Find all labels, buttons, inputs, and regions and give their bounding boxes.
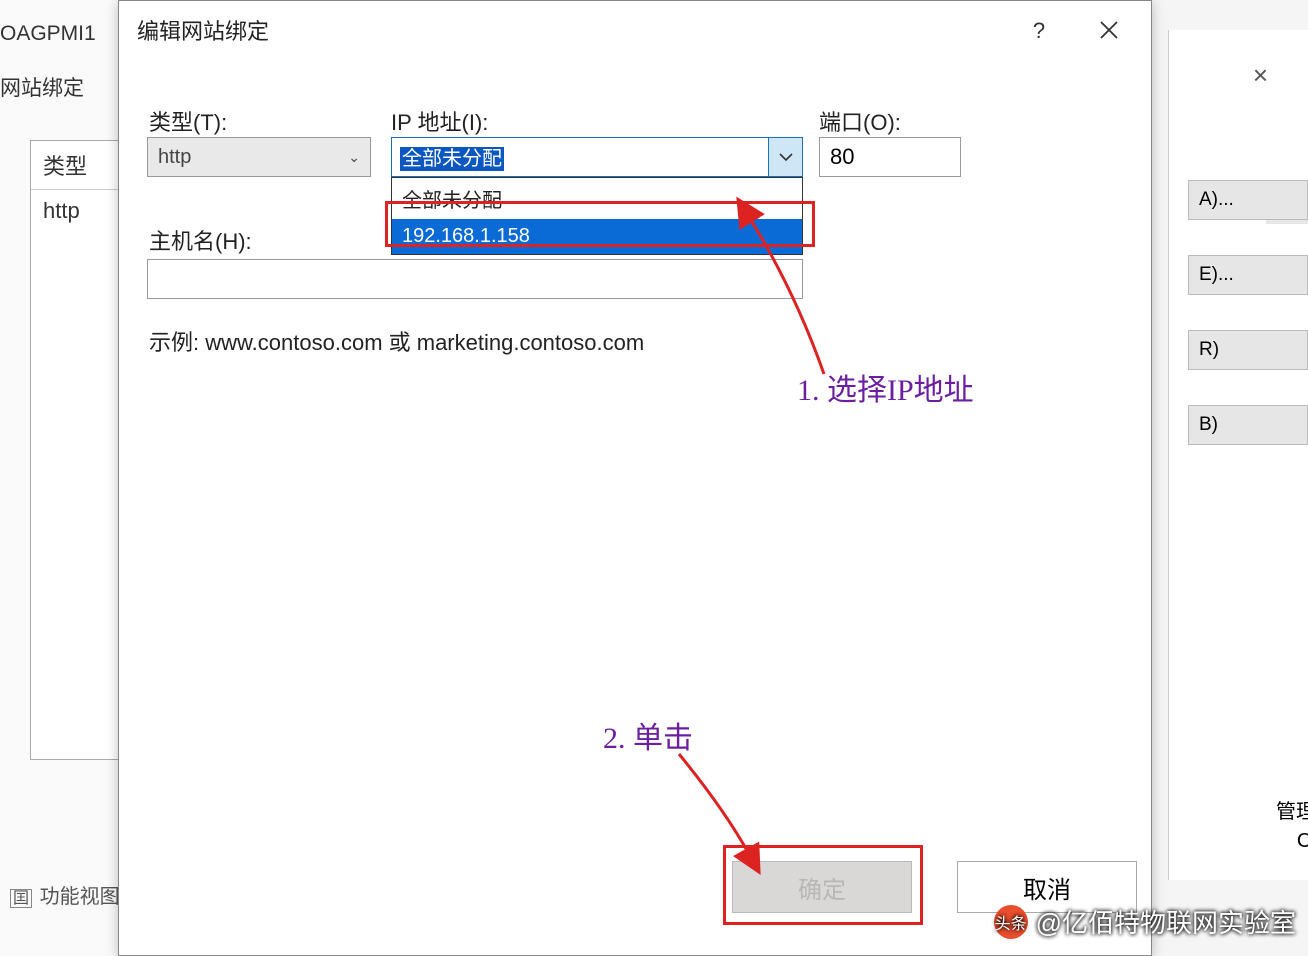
bg-tab-label: 网站绑定: [0, 72, 84, 102]
ip-dropdown-button[interactable]: [768, 138, 802, 176]
ip-dropdown-list: 全部未分配 192.168.1.158: [391, 177, 803, 255]
label-ip: IP 地址(I):: [391, 105, 488, 137]
dialog-content: 类型(T): IP 地址(I): 端口(O): 主机名(H): http ⌄ 全…: [119, 59, 1151, 105]
bg-btn-add[interactable]: A)...: [1188, 180, 1308, 220]
annotation-step1: 1. 选择IP地址: [797, 365, 974, 409]
type-select-value: http: [158, 146, 191, 169]
bg-bottom-view-label: 功能视图: [40, 886, 120, 908]
bg-server-label: OAGPMI1: [0, 22, 96, 46]
bg-c-label: C): [1297, 830, 1308, 853]
watermark: 头条 @亿佰特物联网实验室: [994, 903, 1296, 940]
bg-table-row-http: http: [31, 190, 119, 232]
ok-button[interactable]: 确定: [732, 861, 912, 913]
bg-btn-browse[interactable]: B): [1188, 405, 1308, 445]
bg-bottom-view: 囯 功能视图: [10, 880, 120, 909]
close-icon: [1099, 20, 1119, 40]
ok-button-label: 确定: [798, 870, 846, 905]
label-type: 类型(T):: [149, 105, 227, 137]
watermark-logo-icon: 头条: [994, 905, 1028, 939]
ip-option-address[interactable]: 192.168.1.158: [392, 219, 802, 254]
view-icon: 囯: [10, 889, 32, 908]
dialog-title: 编辑网站绑定: [137, 14, 269, 46]
chevron-down-icon: [779, 152, 793, 162]
ip-option-unassigned[interactable]: 全部未分配: [392, 178, 802, 219]
port-input[interactable]: [819, 137, 961, 177]
ip-selected-text: 全部未分配: [400, 147, 504, 171]
chevron-down-icon: ⌄: [348, 149, 360, 166]
hostname-input[interactable]: [147, 259, 803, 299]
type-select[interactable]: http ⌄: [147, 137, 371, 177]
bg-close-icon[interactable]: ×: [1253, 60, 1268, 91]
ip-address-combobox[interactable]: 全部未分配: [391, 137, 803, 177]
bg-mgr-label: 管理: [1276, 795, 1308, 824]
ip-address-value: 全部未分配: [392, 138, 768, 176]
background-left-panel: OAGPMI1 网站绑定 类型 http: [0, 0, 120, 956]
bg-btn-remove[interactable]: R): [1188, 330, 1308, 370]
background-right-panel: × 操作 A)... E)... R) B) 管理 C): [1168, 30, 1308, 880]
bg-table-header-type: 类型: [31, 141, 119, 190]
dialog-titlebar: 编辑网站绑定 ?: [119, 1, 1151, 59]
close-button[interactable]: [1085, 11, 1133, 49]
help-button[interactable]: ?: [1019, 13, 1059, 49]
label-port: 端口(O):: [819, 105, 901, 137]
cancel-button-label: 取消: [1023, 870, 1071, 905]
edit-binding-dialog: 编辑网站绑定 ? 类型(T): IP 地址(I): 端口(O): 主机名(H):…: [118, 0, 1152, 956]
watermark-text: @亿佰特物联网实验室: [1036, 903, 1296, 940]
bg-btn-edit[interactable]: E)...: [1188, 255, 1308, 295]
hostname-example-text: 示例: www.contoso.com 或 marketing.contoso.…: [149, 325, 644, 357]
annotation-step2: 2. 单击: [603, 713, 693, 757]
bg-table: 类型 http: [30, 140, 120, 760]
label-host: 主机名(H):: [149, 224, 252, 256]
